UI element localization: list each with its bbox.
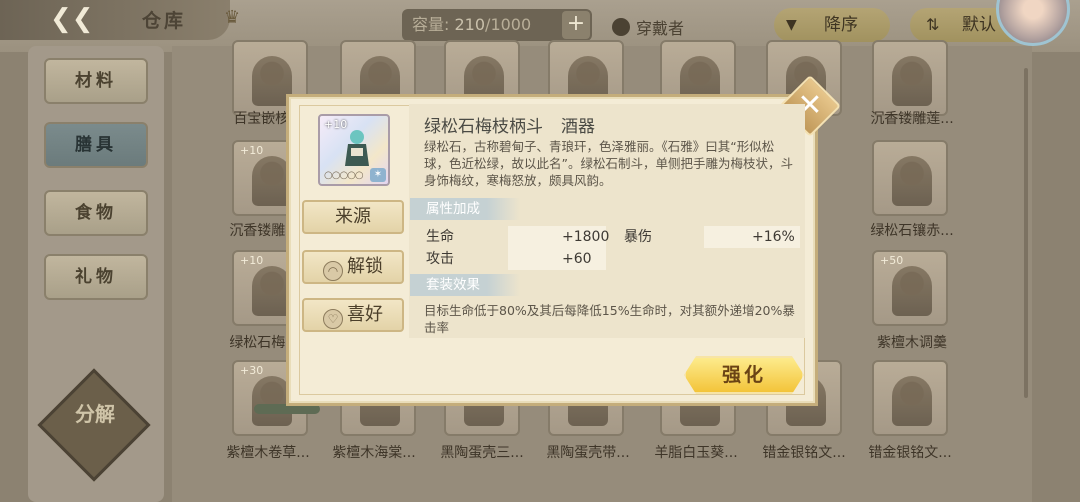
source-label: 来源 <box>335 206 371 227</box>
enhance-button[interactable]: 强化 <box>684 356 804 394</box>
item-name: 绿松石梅枝柄斗 <box>424 117 543 137</box>
item-label: 沉香镂雕莲... <box>870 111 954 127</box>
sort-order-label: 降序 <box>824 15 858 35</box>
set-effect-header: 套装效果 <box>410 274 520 296</box>
expand-capacity-button[interactable]: + <box>562 11 590 39</box>
item-label: 错金银铭文... <box>868 445 952 461</box>
tab-gifts[interactable]: 礼物 <box>44 254 148 300</box>
item-label: 黑陶蛋壳三... <box>440 445 524 461</box>
item-slot[interactable] <box>872 140 948 216</box>
item-description: 绿松石，古称碧甸子、青琅玕，色泽雅丽。《石雅》曰其“形似松球，色近松绿，故以此名… <box>424 139 793 188</box>
stat-hp-value: +1800 <box>562 229 610 245</box>
item-label: 羊脂白玉葵... <box>654 445 738 461</box>
capacity-label: 容量: <box>412 15 450 34</box>
item-title: 绿松石梅枝柄斗 酒器 <box>424 112 595 137</box>
capacity-total: /1000 <box>485 15 532 34</box>
crown-icon: ♛ <box>224 7 241 28</box>
item-slot[interactable] <box>872 360 948 436</box>
unlock-button[interactable]: ◠ 解锁 <box>302 250 404 284</box>
chevron-left-icon[interactable]: ❮❮ <box>50 4 94 34</box>
item-type: 酒器 <box>561 117 595 137</box>
tab-tableware[interactable]: 膳具 <box>44 122 148 168</box>
stat-crit-value: +16% <box>752 229 795 245</box>
stat-crit-name: 暴伤 <box>624 229 652 245</box>
source-button[interactable]: 来源 <box>302 200 404 234</box>
favor-label: 喜好 <box>347 304 383 325</box>
enhance-label: 强化 <box>721 364 766 386</box>
page-title: 仓库 <box>142 10 187 32</box>
rank-marks-icon: ○○○○○ <box>324 170 364 181</box>
item-label: 黑陶蛋壳带... <box>546 445 630 461</box>
favor-button[interactable]: ♡ 喜好 <box>302 298 404 332</box>
sort-order-button[interactable]: ▼ 降序 <box>774 8 890 42</box>
decompose-label: 分解 <box>75 402 115 426</box>
stat-atk-value: +60 <box>562 251 592 267</box>
heart-icon: ♡ <box>323 309 343 329</box>
tab-materials[interactable]: 材料 <box>44 58 148 104</box>
item-slot[interactable] <box>872 40 948 116</box>
item-label: 紫檀木海棠... <box>332 445 416 461</box>
set-effect-text: 目标生命低于80%及其后每降低15%生命时，对其额外递增20%暴击率 <box>424 303 795 335</box>
item-label: 错金银铭文... <box>762 445 846 461</box>
sort-mode-label: 默认 <box>962 15 996 35</box>
capacity-used: 210 <box>454 15 486 34</box>
attributes-header: 属性加成 <box>410 198 520 220</box>
unlock-label: 解锁 <box>347 256 383 277</box>
stat-hp-name: 生命 <box>426 229 454 245</box>
wearer-label: 穿戴者 <box>636 19 685 38</box>
item-label: 紫檀木卷草... <box>226 445 310 461</box>
bowl-icon: ◠ <box>323 261 343 281</box>
character-figure-icon <box>345 130 369 166</box>
radio-dot-icon <box>612 18 630 36</box>
item-label: 绿松石镶赤... <box>870 223 954 239</box>
capacity-display: 容量: 210/1000 + <box>402 9 592 41</box>
tableware-type-icon: ✶ <box>370 168 386 182</box>
wearer-filter[interactable]: 穿戴者 <box>612 15 684 39</box>
item-icon: +10 ○○○○○ ✶ <box>318 114 390 186</box>
triangle-down-icon: ▼ <box>786 17 797 33</box>
stat-atk-name: 攻击 <box>426 251 454 267</box>
item-label: 紫檀木调羹 <box>877 335 947 351</box>
grid-scrollbar[interactable] <box>1024 68 1028 398</box>
back-tab[interactable] <box>0 0 230 40</box>
tab-food[interactable]: 食物 <box>44 190 148 236</box>
swap-arrows-icon: ⇅ <box>926 15 940 34</box>
item-slot[interactable]: +50 <box>872 250 948 326</box>
